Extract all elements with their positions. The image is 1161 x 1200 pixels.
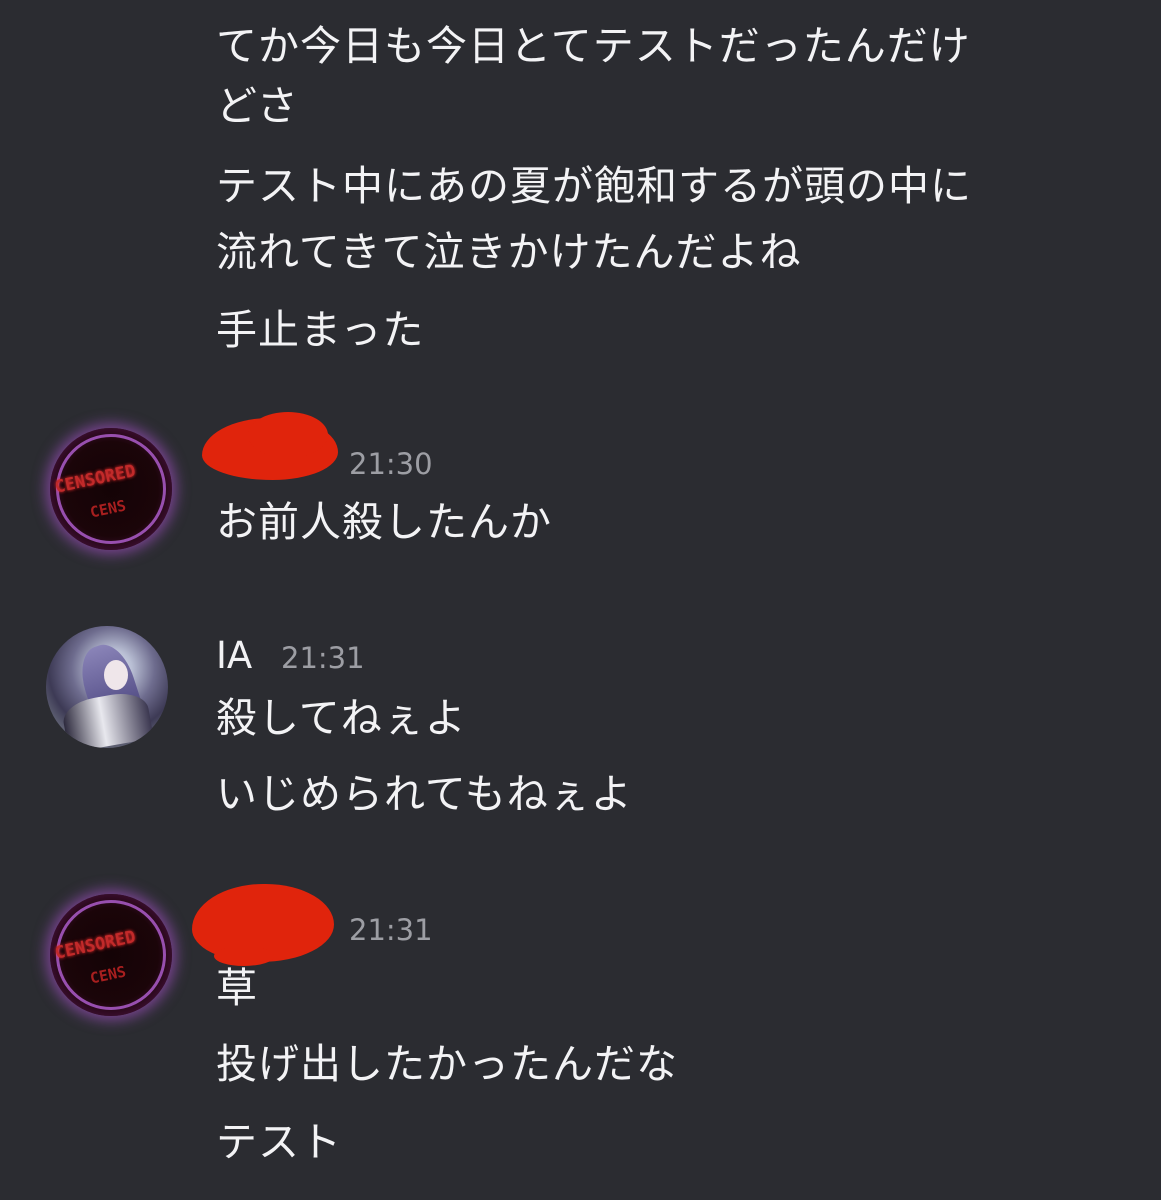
timestamp: 21:31 [281, 641, 365, 675]
message-text: テスト中にあの夏が飽和するが頭の中に [216, 162, 972, 210]
avatar-face [104, 660, 128, 690]
message-text: 殺してねぇよ [216, 694, 467, 742]
message-text: 投げ出したかったんだな [216, 1040, 678, 1088]
message-text: お前人殺したんか [216, 498, 552, 546]
message-text: てか今日も今日とてテストだったんだけ [216, 22, 971, 70]
message-text: テスト [216, 1118, 342, 1166]
avatar-dress [60, 688, 154, 748]
avatar[interactable]: CENSORED CENS [50, 894, 172, 1016]
timestamp: 21:31 [349, 913, 433, 947]
timestamp: 21:30 [349, 447, 433, 481]
message-text: 流れてきて泣きかけたんだよね [216, 228, 802, 276]
message-text: どさ [216, 82, 299, 130]
redacted-username-blob [248, 412, 328, 458]
message-text: 草 [216, 964, 258, 1012]
username[interactable]: IA [216, 634, 252, 678]
message-text: 手止まった [216, 306, 425, 354]
avatar[interactable]: CENSORED CENS [50, 428, 172, 550]
chat-log: てか今日も今日とてテストだったんだけ どさ テスト中にあの夏が飽和するが頭の中に… [0, 0, 1161, 1200]
avatar[interactable] [46, 626, 168, 748]
message-text: いじめられてもねぇよ [216, 770, 633, 818]
